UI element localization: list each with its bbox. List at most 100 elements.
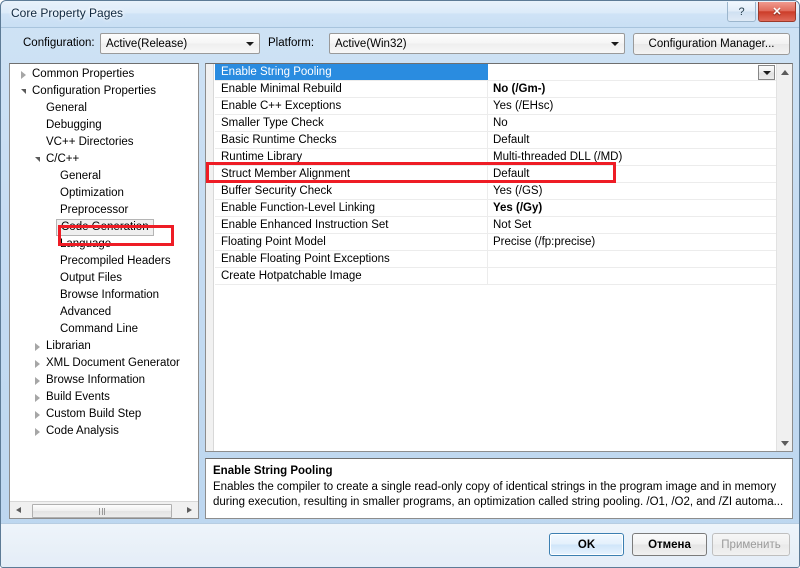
scroll-down-icon[interactable] xyxy=(777,435,792,451)
property-value[interactable] xyxy=(488,251,776,267)
properties-tree[interactable]: Common Properties Configuration Propertie… xyxy=(10,66,198,500)
property-value[interactable]: Default xyxy=(488,166,776,182)
grip-icon xyxy=(99,507,105,515)
configuration-manager-button[interactable]: Configuration Manager... xyxy=(633,33,790,55)
tree-item-label: Build Events xyxy=(46,391,110,403)
tree-item-label: General xyxy=(60,170,101,182)
scroll-up-icon[interactable] xyxy=(777,64,792,80)
value-dropdown-button[interactable] xyxy=(758,65,775,80)
tree-item-configuration-properties[interactable]: Configuration Properties xyxy=(10,83,198,100)
property-name: Basic Runtime Checks xyxy=(215,132,488,148)
cancel-button[interactable]: Отмена xyxy=(632,533,707,556)
tree-item-debugging[interactable]: Debugging xyxy=(10,117,198,134)
scrollbar-thumb[interactable] xyxy=(32,504,172,518)
property-row[interactable]: Basic Runtime Checks Default xyxy=(215,132,776,149)
property-row[interactable]: Enable Function-Level Linking Yes (/Gy) xyxy=(215,200,776,217)
tree-item-label: Custom Build Step xyxy=(46,408,142,420)
tree-item-advanced[interactable]: Advanced xyxy=(10,304,198,321)
tree-item-c-c[interactable]: C/C++ xyxy=(10,151,198,168)
chevron-right-icon[interactable] xyxy=(34,342,40,351)
tree-item-general[interactable]: General xyxy=(10,100,198,117)
tree-item-code-analysis[interactable]: Code Analysis xyxy=(10,423,198,440)
tree-item-general[interactable]: General xyxy=(10,168,198,185)
property-row[interactable]: Smaller Type Check No xyxy=(215,115,776,132)
property-row[interactable]: Enable String Pooling xyxy=(215,64,776,81)
property-value[interactable]: Multi-threaded DLL (/MD) xyxy=(488,149,776,165)
chevron-down-icon[interactable] xyxy=(606,34,623,53)
tree-item-label: Code Generation xyxy=(56,219,154,236)
content-area: Common Properties Configuration Propertie… xyxy=(9,63,793,519)
tree-item-browse-information[interactable]: Browse Information xyxy=(10,372,198,389)
close-icon[interactable]: ✕ xyxy=(758,2,796,22)
property-name: Enable String Pooling xyxy=(215,64,488,80)
property-value[interactable]: Yes (/GS) xyxy=(488,183,776,199)
property-row[interactable]: Create Hotpatchable Image xyxy=(215,268,776,285)
property-value[interactable]: Not Set xyxy=(488,217,776,233)
tree-item-vc-directories[interactable]: VC++ Directories xyxy=(10,134,198,151)
configuration-manager-label: Configuration Manager... xyxy=(648,38,775,50)
property-row[interactable]: Enable Enhanced Instruction Set Not Set xyxy=(215,217,776,234)
tree-item-label: Browse Information xyxy=(46,374,146,386)
property-name: Enable Floating Point Exceptions xyxy=(215,251,488,267)
ok-label: OK xyxy=(577,538,596,551)
chevron-right-icon[interactable] xyxy=(34,376,40,385)
chevron-right-icon[interactable] xyxy=(34,427,40,436)
property-name: Floating Point Model xyxy=(215,234,488,250)
chevron-right-icon[interactable] xyxy=(20,70,26,79)
chevron-right-icon[interactable] xyxy=(34,359,40,368)
chevron-right-icon[interactable] xyxy=(34,393,40,402)
property-row[interactable]: Runtime Library Multi-threaded DLL (/MD) xyxy=(215,149,776,166)
property-row[interactable]: Enable Floating Point Exceptions xyxy=(215,251,776,268)
grid-gutter xyxy=(206,64,214,451)
chevron-down-icon[interactable] xyxy=(34,157,40,162)
tree-item-preprocessor[interactable]: Preprocessor xyxy=(10,202,198,219)
tree-item-browse-information[interactable]: Browse Information xyxy=(10,287,198,304)
configuration-select[interactable]: Active(Release) xyxy=(100,33,260,54)
tree-horizontal-scrollbar[interactable] xyxy=(10,501,198,518)
tree-item-language[interactable]: Language xyxy=(10,236,198,253)
scroll-right-icon[interactable] xyxy=(181,502,198,518)
chevron-right-icon[interactable] xyxy=(34,410,40,419)
right-pane: Enable String Pooling Enable Minimal Rebu… xyxy=(205,63,793,519)
tree-item-command-line[interactable]: Command Line xyxy=(10,321,198,338)
tree-item-build-events[interactable]: Build Events xyxy=(10,389,198,406)
tree-item-label: Common Properties xyxy=(32,68,135,80)
property-row[interactable]: Enable Minimal Rebuild No (/Gm-) xyxy=(215,81,776,98)
tree-item-common-properties[interactable]: Common Properties xyxy=(10,66,198,83)
configuration-label: Configuration: xyxy=(23,37,95,49)
close-glyph: ✕ xyxy=(772,6,782,18)
tree-item-optimization[interactable]: Optimization xyxy=(10,185,198,202)
tree-item-code-generation[interactable]: Code Generation xyxy=(10,219,198,236)
property-row[interactable]: Struct Member Alignment Default xyxy=(215,166,776,183)
property-grid: Enable String Pooling Enable Minimal Rebu… xyxy=(205,63,793,452)
property-value[interactable] xyxy=(488,64,776,80)
property-value[interactable]: Yes (/EHsc) xyxy=(488,98,776,114)
property-value[interactable]: Precise (/fp:precise) xyxy=(488,234,776,250)
ok-button[interactable]: OK xyxy=(549,533,624,556)
tree-item-librarian[interactable]: Librarian xyxy=(10,338,198,355)
property-value[interactable]: No (/Gm-) xyxy=(488,81,776,97)
chevron-down-icon[interactable] xyxy=(241,34,258,53)
property-grid-rows[interactable]: Enable String Pooling Enable Minimal Rebu… xyxy=(215,64,776,451)
property-value[interactable]: No xyxy=(488,115,776,131)
grid-vertical-scrollbar[interactable] xyxy=(776,64,792,451)
window-title: Core Property Pages xyxy=(11,6,124,20)
tree-item-label: Browse Information xyxy=(60,289,160,301)
description-title: Enable String Pooling xyxy=(213,465,333,477)
scroll-left-icon[interactable] xyxy=(10,502,27,518)
platform-select[interactable]: Active(Win32) xyxy=(329,33,625,54)
property-row[interactable]: Buffer Security Check Yes (/GS) xyxy=(215,183,776,200)
property-value[interactable]: Yes (/Gy) xyxy=(488,200,776,216)
chevron-down-icon[interactable] xyxy=(20,89,26,94)
properties-tree-pane: Common Properties Configuration Propertie… xyxy=(9,63,199,519)
tree-item-custom-build-step[interactable]: Custom Build Step xyxy=(10,406,198,423)
property-row[interactable]: Floating Point Model Precise (/fp:precise… xyxy=(215,234,776,251)
property-row[interactable]: Enable C++ Exceptions Yes (/EHsc) xyxy=(215,98,776,115)
tree-item-precompiled-headers[interactable]: Precompiled Headers xyxy=(10,253,198,270)
help-icon[interactable]: ? xyxy=(727,2,756,22)
tree-item-xml-document-generator[interactable]: XML Document Generator xyxy=(10,355,198,372)
property-name: Runtime Library xyxy=(215,149,488,165)
property-value[interactable]: Default xyxy=(488,132,776,148)
tree-item-output-files[interactable]: Output Files xyxy=(10,270,198,287)
property-value[interactable] xyxy=(488,268,776,284)
